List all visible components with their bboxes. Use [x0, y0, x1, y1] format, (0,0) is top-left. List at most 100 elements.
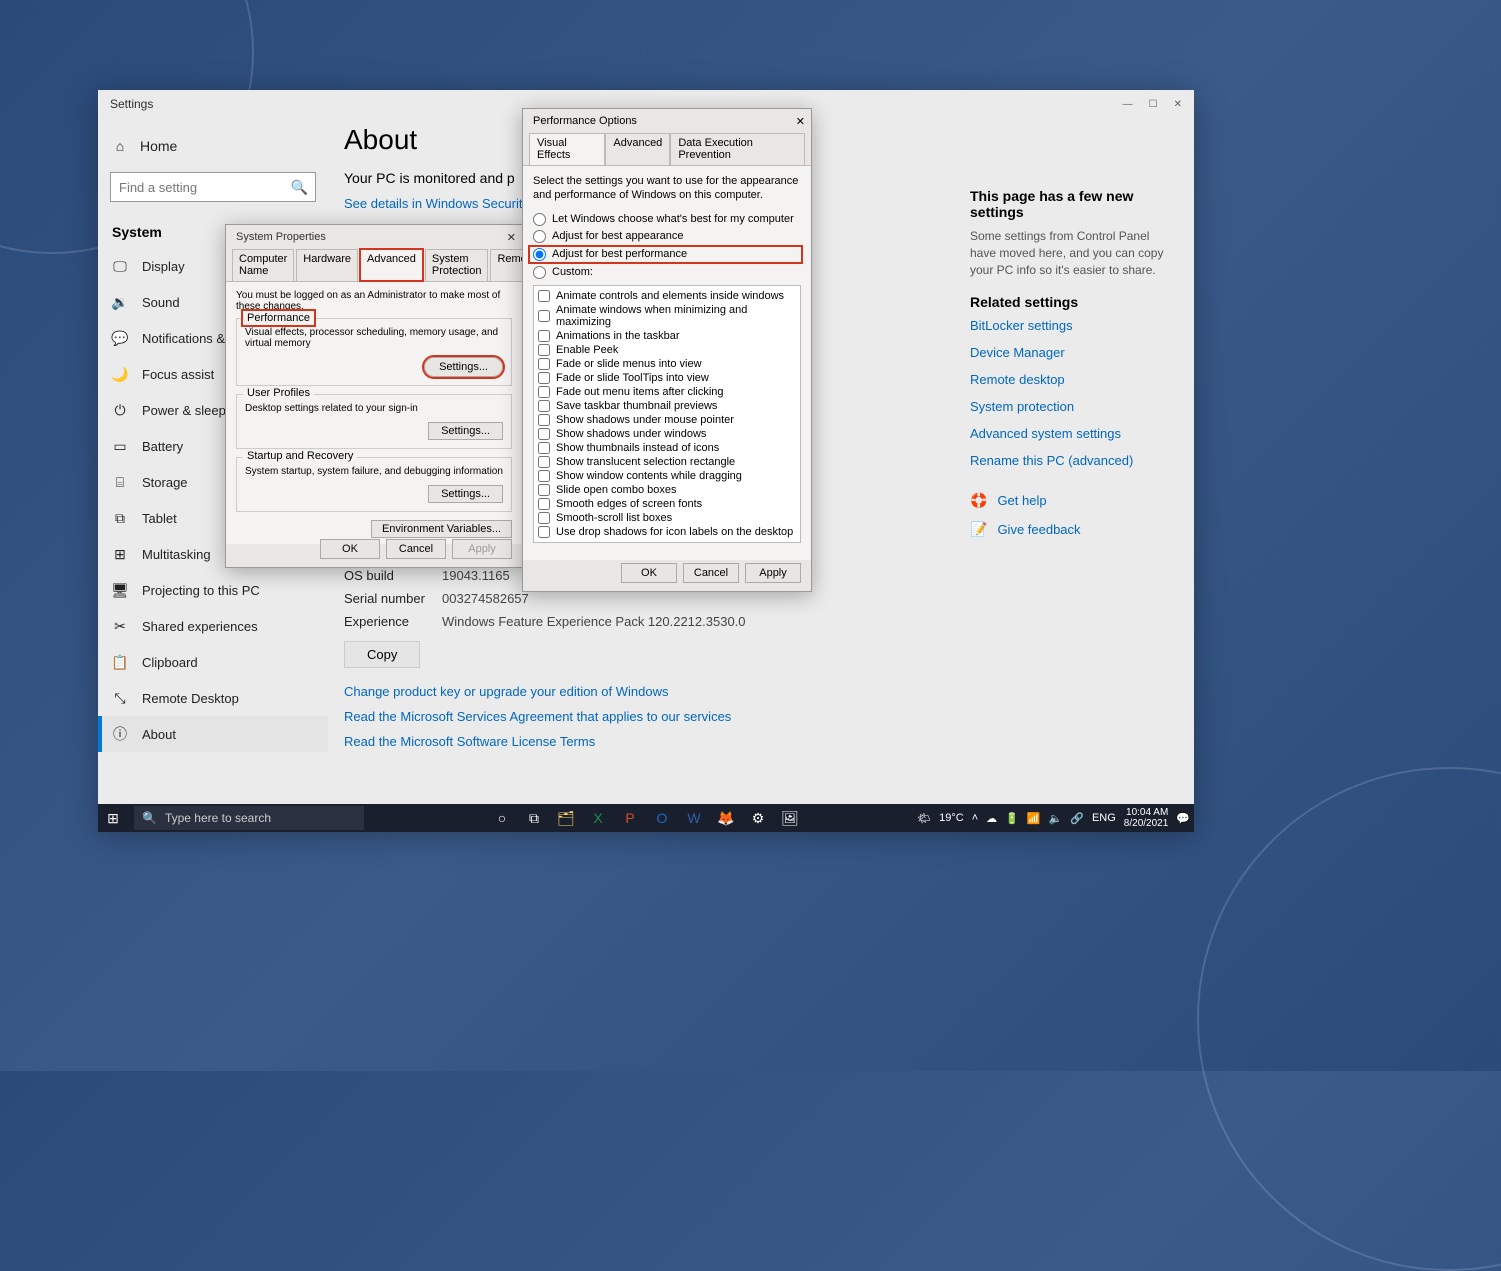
checkbox-input[interactable]	[538, 456, 550, 468]
weather-temp[interactable]: 19°C	[939, 812, 964, 824]
radio-input[interactable]	[533, 213, 546, 226]
checkbox-input[interactable]	[538, 290, 550, 302]
related-link[interactable]: Rename this PC (advanced)	[970, 453, 1170, 468]
radio-option[interactable]: Let Windows choose what's best for my co…	[533, 213, 801, 226]
chevron-up-icon[interactable]: ˄	[972, 812, 978, 824]
checkbox-input[interactable]	[538, 484, 550, 496]
check-option[interactable]: Smooth edges of screen fonts	[538, 497, 796, 511]
home-link[interactable]: ⌂ Home	[98, 130, 328, 162]
apply-button[interactable]: Apply	[745, 563, 801, 583]
about-link[interactable]: Read the Microsoft Services Agreement th…	[344, 709, 1182, 724]
check-option[interactable]: Show shadows under mouse pointer	[538, 413, 796, 427]
radio-input[interactable]	[533, 248, 546, 261]
checkbox-input[interactable]	[538, 470, 550, 482]
checkbox-input[interactable]	[538, 310, 550, 322]
visual-effects-list[interactable]: Animate controls and elements inside win…	[533, 285, 801, 543]
close-icon[interactable]: ✕	[796, 115, 805, 128]
sidebar-item-projecting-to-this-pc[interactable]: 🖥Projecting to this PC	[98, 572, 328, 608]
check-option[interactable]: Show shadows under windows	[538, 427, 796, 441]
startup-settings-button[interactable]: Settings...	[428, 485, 503, 503]
checkbox-input[interactable]	[538, 414, 550, 426]
excel-icon[interactable]: X	[587, 807, 609, 829]
profiles-settings-button[interactable]: Settings...	[428, 422, 503, 440]
link-icon[interactable]: 🔗	[1070, 812, 1084, 825]
radio-input[interactable]	[533, 266, 546, 279]
cancel-button[interactable]: Cancel	[386, 539, 446, 559]
radio-option[interactable]: Custom:	[533, 266, 801, 279]
checkbox-input[interactable]	[538, 344, 550, 356]
explorer-icon[interactable]: 🗂	[555, 807, 577, 829]
tab-visual-effects[interactable]: Visual Effects	[529, 133, 605, 165]
app-icon[interactable]: 🖼	[779, 807, 801, 829]
radio-input[interactable]	[533, 230, 546, 243]
sidebar-item-remote-desktop[interactable]: ⤡Remote Desktop	[98, 680, 328, 716]
cancel-button[interactable]: Cancel	[683, 563, 739, 583]
tab-computer-name[interactable]: Computer Name	[232, 249, 294, 281]
volume-icon[interactable]: 🔈	[1049, 812, 1063, 825]
checkbox-input[interactable]	[538, 358, 550, 370]
check-option[interactable]: Enable Peek	[538, 343, 796, 357]
related-link[interactable]: Device Manager	[970, 345, 1170, 360]
tab-advanced[interactable]: Advanced	[360, 249, 423, 281]
search-input[interactable]	[110, 172, 316, 202]
radio-option[interactable]: Adjust for best appearance	[533, 230, 801, 243]
battery-icon[interactable]: 🔋	[1005, 812, 1019, 825]
checkbox-input[interactable]	[538, 428, 550, 440]
tab-data-execution-prevention[interactable]: Data Execution Prevention	[670, 133, 805, 165]
ok-button[interactable]: OK	[320, 539, 380, 559]
check-option[interactable]: Fade or slide menus into view	[538, 357, 796, 371]
word-icon[interactable]: W	[683, 807, 705, 829]
checkbox-input[interactable]	[538, 442, 550, 454]
check-option[interactable]: Animate windows when minimizing and maxi…	[538, 303, 796, 329]
related-link[interactable]: Remote desktop	[970, 372, 1170, 387]
related-link[interactable]: System protection	[970, 399, 1170, 414]
minimize-icon[interactable]: —	[1123, 99, 1133, 110]
related-link[interactable]: Advanced system settings	[970, 426, 1170, 441]
check-option[interactable]: Show translucent selection rectangle	[538, 455, 796, 469]
cloud-icon[interactable]: ☁	[986, 812, 997, 825]
performance-settings-button[interactable]: Settings...	[424, 357, 503, 377]
close-icon[interactable]: ✕	[1174, 99, 1182, 110]
env-variables-button[interactable]: Environment Variables...	[371, 520, 512, 538]
maximize-icon[interactable]: ☐	[1149, 99, 1158, 110]
sidebar-item-shared-experiences[interactable]: ✂Shared experiences	[98, 608, 328, 644]
check-option[interactable]: Animations in the taskbar	[538, 329, 796, 343]
notifications-icon[interactable]: 💬	[1176, 812, 1190, 825]
check-option[interactable]: Show window contents while dragging	[538, 469, 796, 483]
check-option[interactable]: Fade out menu items after clicking	[538, 385, 796, 399]
check-option[interactable]: Save taskbar thumbnail previews	[538, 399, 796, 413]
about-link[interactable]: Read the Microsoft Software License Term…	[344, 734, 1182, 749]
checkbox-input[interactable]	[538, 498, 550, 510]
tab-advanced[interactable]: Advanced	[605, 133, 670, 165]
checkbox-input[interactable]	[538, 512, 550, 524]
get-help-link[interactable]: Get help	[997, 493, 1046, 508]
check-option[interactable]: Smooth-scroll list boxes	[538, 511, 796, 525]
close-icon[interactable]: ✕	[507, 231, 516, 244]
sidebar-item-clipboard[interactable]: 📋Clipboard	[98, 644, 328, 680]
sidebar-item-about[interactable]: ⓘAbout	[98, 716, 328, 752]
copy-button[interactable]: Copy	[344, 641, 420, 668]
taskbar-search[interactable]: 🔍 Type here to search	[134, 806, 364, 830]
checkbox-input[interactable]	[538, 400, 550, 412]
check-option[interactable]: Fade or slide ToolTips into view	[538, 371, 796, 385]
checkbox-input[interactable]	[538, 386, 550, 398]
wifi-icon[interactable]: 📶	[1027, 812, 1041, 825]
firefox-icon[interactable]: 🦊	[715, 807, 737, 829]
check-option[interactable]: Use drop shadows for icon labels on the …	[538, 525, 796, 539]
clock[interactable]: 10:04 AM 8/20/2021	[1124, 807, 1169, 829]
taskview-icon[interactable]: ⧉	[523, 807, 545, 829]
settings-icon[interactable]: ⚙	[747, 807, 769, 829]
check-option[interactable]: Show thumbnails instead of icons	[538, 441, 796, 455]
powerpoint-icon[interactable]: P	[619, 807, 641, 829]
checkbox-input[interactable]	[538, 526, 550, 538]
about-link[interactable]: Change product key or upgrade your editi…	[344, 684, 1182, 699]
checkbox-input[interactable]	[538, 330, 550, 342]
cortana-icon[interactable]: ○	[491, 807, 513, 829]
feedback-link[interactable]: Give feedback	[997, 522, 1080, 537]
tab-system-protection[interactable]: System Protection	[425, 249, 489, 281]
checkbox-input[interactable]	[538, 372, 550, 384]
related-link[interactable]: BitLocker settings	[970, 318, 1170, 333]
weather-icon[interactable]: 🌤	[917, 812, 931, 825]
language-indicator[interactable]: ENG	[1092, 812, 1116, 824]
outlook-icon[interactable]: O	[651, 807, 673, 829]
